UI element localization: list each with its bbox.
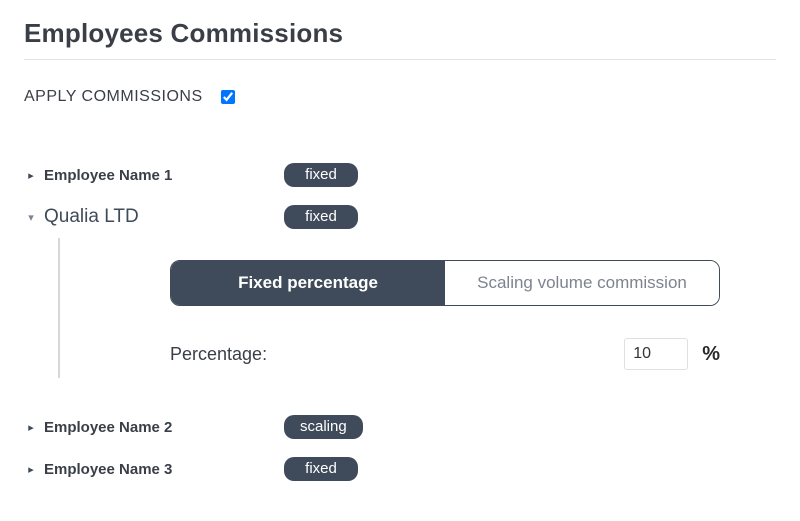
employee-list: ▸ Employee Name 1 fixed ▾ Qualia LTD fix… (24, 154, 776, 490)
percentage-row: Percentage: % (170, 338, 720, 370)
caret-down-icon: ▾ (24, 211, 38, 224)
percentage-label: Percentage: (170, 344, 624, 365)
employee-row[interactable]: ▸ Employee Name 1 fixed (24, 154, 776, 196)
commission-type-badge: fixed (284, 163, 358, 187)
employee-row[interactable]: ▸ Employee Name 3 fixed (24, 448, 776, 490)
caret-right-icon: ▸ (24, 421, 38, 434)
segmented-scaling-button[interactable]: Scaling volume commission (445, 261, 719, 305)
apply-commissions-label: APPLY COMMISSIONS (24, 88, 203, 106)
caret-right-icon: ▸ (24, 169, 38, 182)
apply-commissions-checkbox[interactable] (221, 90, 235, 104)
employee-row[interactable]: ▸ Employee Name 2 scaling (24, 406, 776, 448)
employee-name: Employee Name 2 (44, 419, 284, 436)
commission-type-badge: fixed (284, 205, 358, 229)
employee-name: Employee Name 1 (44, 167, 284, 184)
apply-commissions-row: APPLY COMMISSIONS (24, 88, 776, 106)
caret-right-icon: ▸ (24, 463, 38, 476)
commission-type-badge: fixed (284, 457, 358, 481)
commission-detail-panel: Fixed percentage Scaling volume commissi… (58, 238, 776, 378)
page-title: Employees Commissions (24, 18, 776, 60)
employee-name: Qualia LTD (44, 206, 284, 228)
employee-row[interactable]: ▾ Qualia LTD fixed (24, 196, 776, 238)
commission-mode-segmented: Fixed percentage Scaling volume commissi… (170, 260, 720, 306)
employee-name: Employee Name 3 (44, 461, 284, 478)
segmented-fixed-button[interactable]: Fixed percentage (171, 261, 445, 305)
percentage-input[interactable] (624, 338, 688, 370)
percentage-unit: % (702, 343, 720, 366)
commission-type-badge: scaling (284, 415, 363, 439)
